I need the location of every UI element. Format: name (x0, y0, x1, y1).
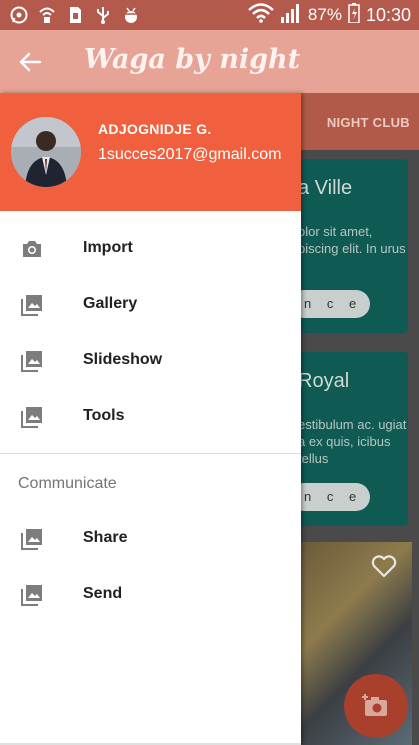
user-email: 1succes2017@gmail.com (98, 146, 282, 163)
menu-item-label: Import (83, 239, 133, 256)
menu-item-tools[interactable]: Tools (0, 389, 301, 445)
menu-item-label: Send (83, 585, 123, 602)
card-button[interactable]: n c e (300, 483, 370, 511)
tab-night-club[interactable]: NIGHT CLUB (327, 115, 410, 130)
card-button[interactable]: n c e (300, 290, 370, 318)
menu-item-label: Share (83, 529, 128, 546)
whatsapp-icon (10, 6, 28, 24)
status-bar: 87% 10:30 (0, 0, 419, 30)
camera-icon (20, 237, 44, 261)
usb-icon (94, 6, 112, 24)
battery-level: 87% (307, 5, 342, 24)
slideshow-icon (20, 349, 44, 373)
menu-item-label: Tools (83, 407, 125, 424)
menu-item-share[interactable]: Share (0, 511, 301, 567)
navigation-drawer: ADJOGNIDJE G. 1succes2017@gmail.com Impo… (0, 93, 301, 745)
sim-icon (66, 6, 84, 24)
menu-item-label: Slideshow (83, 351, 163, 368)
menu-item-label: Gallery (83, 295, 138, 312)
signal-icon (280, 3, 302, 28)
clock: 10:30 (365, 4, 411, 25)
app-toolbar: Waga by night (0, 30, 419, 93)
tools-icon (20, 405, 44, 429)
drawer-header: ADJOGNIDJE G. 1succes2017@gmail.com (0, 93, 301, 211)
card-description: estibulum ac. ugiat a ex quis, icibus te… (300, 417, 407, 466)
menu-item-send[interactable]: Send (0, 567, 301, 623)
send-icon (20, 583, 44, 607)
app-title: Waga by night (84, 44, 301, 75)
wifi-icon (248, 2, 274, 28)
wifi-lock-icon (38, 6, 56, 24)
arrow-left-icon[interactable] (16, 48, 44, 76)
menu-item-import[interactable]: Import (0, 221, 301, 277)
gallery-icon (20, 293, 44, 317)
user-name: ADJOGNIDJE G. (98, 121, 212, 137)
battery-icon (348, 2, 360, 28)
venue-card[interactable]: Royal estibulum ac. ugiat a ex quis, ici… (300, 352, 408, 526)
add-photo-icon (362, 694, 387, 716)
heart-icon[interactable] (370, 552, 398, 580)
card-description: olor sit amet, piscing elit. In urus (300, 224, 406, 256)
section-title-communicate: Communicate (18, 475, 117, 492)
menu-item-slideshow[interactable]: Slideshow (0, 333, 301, 389)
card-title: Royal (300, 370, 350, 392)
share-icon (20, 527, 44, 551)
card-title: a Ville (300, 177, 353, 199)
venue-card[interactable]: a Ville olor sit amet, piscing elit. In … (300, 159, 408, 333)
menu-item-gallery[interactable]: Gallery (0, 277, 301, 333)
add-photo-button[interactable] (344, 674, 408, 738)
avatar[interactable] (11, 117, 81, 187)
divider (0, 453, 301, 454)
android-debug-icon (122, 6, 140, 24)
